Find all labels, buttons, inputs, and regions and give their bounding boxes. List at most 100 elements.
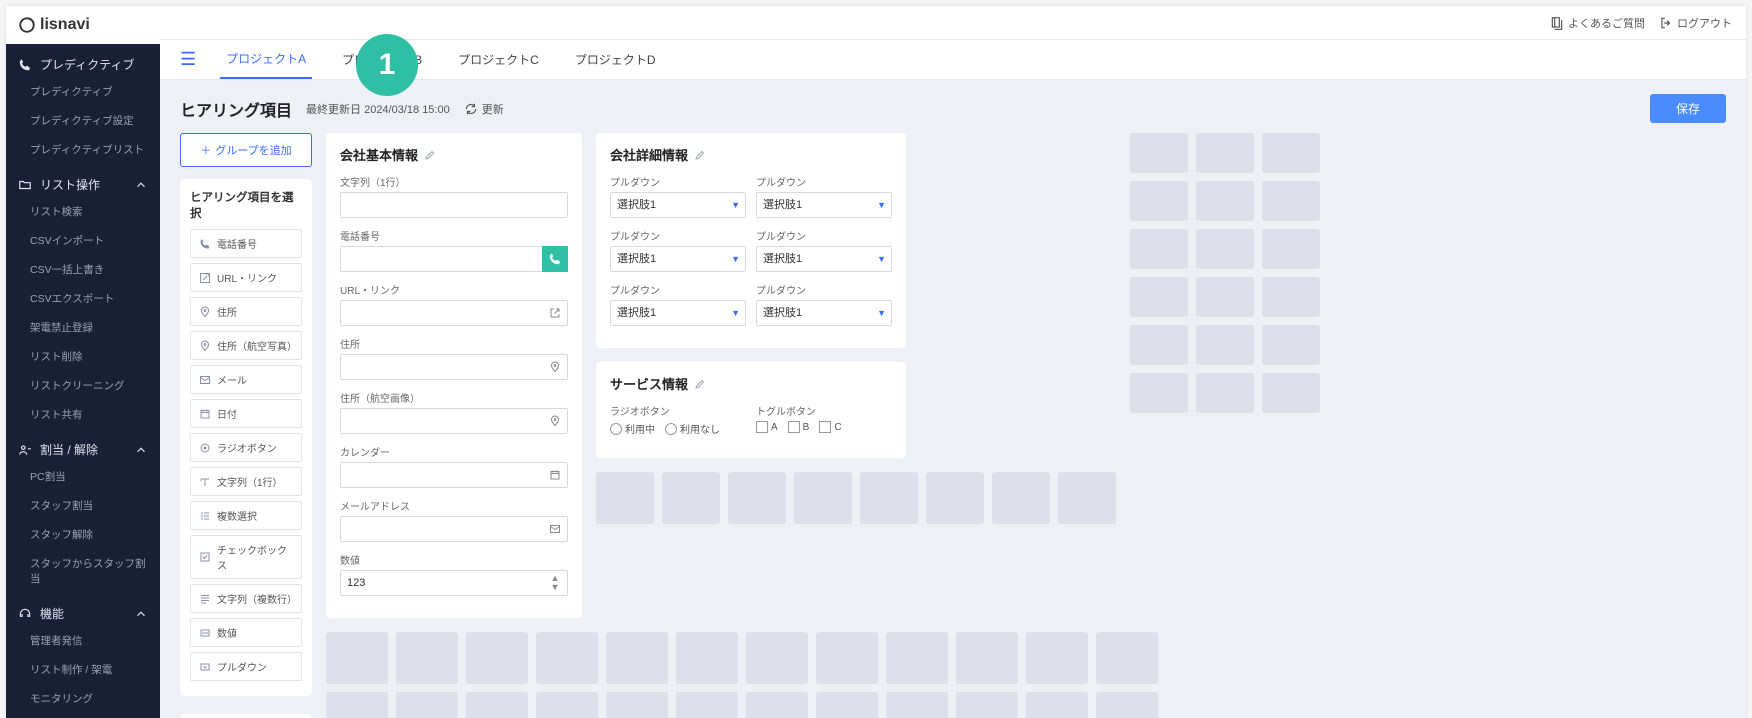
- number-input[interactable]: [340, 570, 568, 596]
- address-aerial-input[interactable]: [340, 408, 568, 434]
- placeholder-slot: [676, 632, 738, 684]
- field-label: プルダウン: [756, 174, 892, 189]
- palette-item[interactable]: 住所: [190, 297, 302, 326]
- sidebar-item[interactable]: リストクリーニング: [6, 371, 160, 400]
- stepper-icon[interactable]: ▲▼: [542, 570, 568, 596]
- phone-input[interactable]: [340, 246, 568, 272]
- palette-item[interactable]: ラジオボタン: [190, 433, 302, 462]
- brand-logo: lisnavi: [6, 6, 160, 44]
- phone-dial-icon[interactable]: [542, 246, 568, 272]
- sidebar-section-predictive[interactable]: プレディクティブ: [6, 44, 160, 77]
- url-input[interactable]: [340, 300, 568, 326]
- sidebar: lisnavi プレディクティブ プレディクティブ プレディクティブ設定 プレデ…: [6, 6, 160, 718]
- placeholder-slot: [396, 632, 458, 684]
- hamburger-icon[interactable]: ☰: [180, 49, 196, 70]
- pulldown-select[interactable]: 選択肢1: [756, 192, 892, 218]
- toggle-option[interactable]: A: [756, 421, 778, 433]
- pin-icon[interactable]: [542, 354, 568, 380]
- calendar-icon[interactable]: [542, 462, 568, 488]
- edit-icon[interactable]: [694, 378, 706, 390]
- palette-item[interactable]: 文字列（1行）: [190, 467, 302, 496]
- placeholder-slot: [606, 692, 668, 718]
- palette-item[interactable]: プルダウン: [190, 652, 302, 681]
- card-company-basic: 会社基本情報 文字列（1行） 電話番号 URL・リンク 住所 住所（航空画像） …: [326, 133, 582, 618]
- placeholder-slot: [1130, 133, 1188, 173]
- sidebar-section-features[interactable]: 機能: [6, 593, 160, 626]
- chevron-up-icon: [134, 178, 148, 192]
- add-group-button[interactable]: ＋ グループを追加: [180, 133, 312, 167]
- palette-item[interactable]: 日付: [190, 399, 302, 428]
- placeholder-slot: [746, 632, 808, 684]
- refresh-button[interactable]: 更新: [464, 101, 504, 117]
- sidebar-item[interactable]: リスト共有: [6, 400, 160, 429]
- sidebar-item[interactable]: スタッフからスタッフ割当: [6, 549, 160, 593]
- sidebar-item[interactable]: モニタリング: [6, 684, 160, 713]
- open-link-icon[interactable]: [542, 300, 568, 326]
- toggle-option[interactable]: B: [788, 421, 810, 433]
- placeholder-slot: [926, 472, 984, 524]
- mail-icon[interactable]: [542, 516, 568, 542]
- sidebar-section-listops[interactable]: リスト操作: [6, 164, 160, 197]
- tab-project-a[interactable]: プロジェクトA: [220, 40, 312, 79]
- sidebar-item[interactable]: 管理者発信: [6, 626, 160, 655]
- sidebar-item[interactable]: CSV一括上書き: [6, 255, 160, 284]
- sidebar-item[interactable]: PC割当: [6, 462, 160, 491]
- radio-option[interactable]: 利用なし: [665, 421, 720, 436]
- sidebar-item[interactable]: プレディクティブ設定: [6, 106, 160, 135]
- sidebar-item[interactable]: プレディクティブリスト: [6, 135, 160, 164]
- palette-item[interactable]: 文字列（複数行）: [190, 584, 302, 613]
- field-label: プルダウン: [756, 228, 892, 243]
- toggle-option[interactable]: C: [819, 421, 841, 433]
- placeholder-slot: [746, 692, 808, 718]
- palette-item[interactable]: 電話番号: [190, 229, 302, 258]
- sidebar-item[interactable]: リスト制作 / 架電: [6, 655, 160, 684]
- select-icon: [199, 661, 211, 673]
- faq-link[interactable]: よくあるご質問: [1550, 15, 1645, 31]
- sidebar-item[interactable]: リスト検索: [6, 197, 160, 226]
- pulldown-select[interactable]: 選択肢1: [756, 246, 892, 272]
- sidebar-item[interactable]: ファイル閲覧: [6, 713, 160, 718]
- pulldown-select[interactable]: 選択肢1: [610, 246, 746, 272]
- palette-item[interactable]: 複数選択: [190, 501, 302, 530]
- card-company-detail: 会社詳細情報 プルダウン選択肢1▼プルダウン選択肢1▼プルダウン選択肢1▼プルダ…: [596, 133, 906, 348]
- logout-icon: [1659, 16, 1673, 30]
- sidebar-item[interactable]: スタッフ割当: [6, 491, 160, 520]
- text-input[interactable]: [340, 192, 568, 218]
- palette-item[interactable]: 数値: [190, 618, 302, 647]
- sidebar-section-assign[interactable]: 割当 / 解除: [6, 429, 160, 462]
- sidebar-item[interactable]: CSVエクスポート: [6, 284, 160, 313]
- sidebar-item[interactable]: プレディクティブ: [6, 77, 160, 106]
- textm-icon: [199, 593, 211, 605]
- mail-input[interactable]: [340, 516, 568, 542]
- edit-icon[interactable]: [694, 149, 706, 161]
- step-badge: 1: [356, 34, 418, 96]
- edit-icon[interactable]: [424, 149, 436, 161]
- palette-item[interactable]: チェックボックス: [190, 535, 302, 579]
- palette-item[interactable]: 住所（航空写真）: [190, 331, 302, 360]
- placeholder-slot: [1262, 277, 1320, 317]
- tab-project-c[interactable]: プロジェクトC: [452, 41, 545, 78]
- placeholder-slot: [326, 632, 388, 684]
- tab-project-d[interactable]: プロジェクトD: [569, 41, 662, 78]
- field-label: メールアドレス: [340, 498, 568, 513]
- sidebar-item[interactable]: CSVインポート: [6, 226, 160, 255]
- placeholder-slot: [536, 632, 598, 684]
- placeholder-slot: [1058, 472, 1116, 524]
- pin-icon: [199, 306, 211, 318]
- pulldown-select[interactable]: 選択肢1: [610, 192, 746, 218]
- sidebar-item[interactable]: リスト削除: [6, 342, 160, 371]
- num-icon: [199, 627, 211, 639]
- address-input[interactable]: [340, 354, 568, 380]
- sidebar-item[interactable]: 架電禁止登録: [6, 313, 160, 342]
- sidebar-item[interactable]: スタッフ解除: [6, 520, 160, 549]
- calendar-input[interactable]: [340, 462, 568, 488]
- pulldown-select[interactable]: 選択肢1: [756, 300, 892, 326]
- palette-item[interactable]: URL・リンク: [190, 263, 302, 292]
- palette-item[interactable]: メール: [190, 365, 302, 394]
- pin-icon[interactable]: [542, 408, 568, 434]
- placeholder-slot: [1130, 277, 1188, 317]
- save-button[interactable]: 保存: [1650, 94, 1726, 123]
- pulldown-select[interactable]: 選択肢1: [610, 300, 746, 326]
- radio-option[interactable]: 利用中: [610, 421, 655, 436]
- logout-link[interactable]: ログアウト: [1659, 15, 1732, 31]
